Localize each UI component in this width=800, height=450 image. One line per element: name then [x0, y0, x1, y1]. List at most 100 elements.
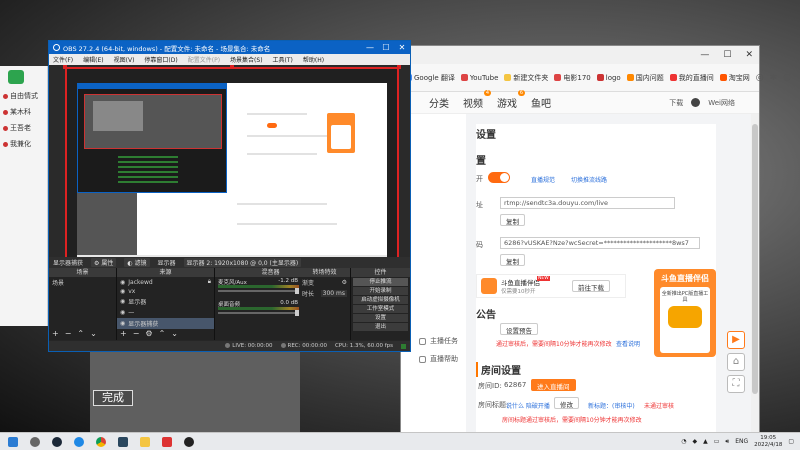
network-icon[interactable]: ▭: [714, 438, 720, 445]
volume-icon[interactable]: 🔊︎: [725, 438, 729, 446]
gear-icon[interactable]: ⚙: [342, 279, 347, 286]
promo-banner[interactable]: 斗鱼直播伴侣 全新推出PC版直播工具: [654, 269, 716, 357]
move-down-icon[interactable]: ⌄: [171, 329, 178, 338]
stream-key-field[interactable]: 6286?vUSKAE?Nze?wcSecret=***************…: [500, 237, 700, 249]
download-link[interactable]: 下载: [669, 98, 683, 108]
display-select[interactable]: 显示器 2: 1920x1080 @ 0,0 (主显示器): [183, 258, 302, 267]
volume-slider[interactable]: [218, 312, 306, 314]
menu-scene-collection[interactable]: 场景集合(S): [230, 55, 263, 64]
download-tool-button[interactable]: 前往下载: [572, 280, 610, 292]
avatar[interactable]: [691, 98, 701, 107]
close-button[interactable]: ✕: [394, 43, 410, 52]
edit-title-button[interactable]: 修改: [554, 397, 579, 409]
left-app-item[interactable]: 某木科: [0, 104, 47, 120]
sidebar-item-help[interactable]: 直播帮助: [419, 354, 458, 364]
maximize-button[interactable]: ☐: [378, 43, 394, 52]
nav-item[interactable]: 分类: [429, 95, 449, 110]
remove-icon[interactable]: −: [65, 329, 72, 338]
gear-icon[interactable]: ⚙: [145, 329, 152, 338]
add-icon[interactable]: +: [52, 329, 59, 338]
source-item[interactable]: ◉ 一: [117, 307, 214, 318]
notification-icon[interactable]: ▢: [788, 438, 794, 445]
steam-icon[interactable]: [48, 435, 66, 449]
username[interactable]: Wei网络: [708, 98, 735, 108]
menu-view[interactable]: 视图(V): [114, 55, 135, 64]
scene-item[interactable]: 场景: [49, 277, 116, 288]
preview-canvas[interactable]: [65, 67, 399, 277]
eye-icon[interactable]: ◉: [120, 309, 125, 316]
resize-handle[interactable]: [230, 65, 234, 69]
clock[interactable]: 19:05 2022/4/18: [754, 435, 782, 449]
search-icon[interactable]: [26, 435, 44, 449]
source-item[interactable]: ◉ 显示器捕获: [117, 318, 214, 329]
move-up-icon[interactable]: ⌃: [159, 329, 166, 338]
left-app-item[interactable]: 自由情式: [0, 88, 47, 104]
switch-line-link[interactable]: 切换推流线路: [571, 175, 607, 184]
minimize-button[interactable]: —: [362, 43, 378, 52]
bookmark[interactable]: 新建文件夹: [504, 73, 548, 83]
set-announcement-button[interactable]: 设置预告: [500, 323, 538, 335]
bookmark[interactable]: logo: [596, 74, 621, 82]
edge-icon[interactable]: [70, 435, 88, 449]
volume-slider[interactable]: [218, 290, 306, 292]
profile-icon[interactable]: ●: [783, 73, 791, 83]
close-button[interactable]: ✕: [745, 50, 753, 60]
extension-icon[interactable]: ◎: [756, 73, 764, 83]
properties-button[interactable]: ⚙ 属性: [91, 258, 117, 267]
exit-button[interactable]: 退出: [353, 323, 408, 331]
start-icon[interactable]: [4, 435, 22, 449]
tray-app-icon[interactable]: ▲: [703, 438, 708, 445]
home-icon[interactable]: ⌂: [727, 353, 745, 371]
resize-handle[interactable]: [63, 65, 67, 69]
bookmark[interactable]: 我的直播间: [669, 73, 714, 83]
menu-tools[interactable]: 工具(T): [273, 55, 293, 64]
rtmp-address-field[interactable]: rtmp://sendtc3a.douyu.com/live: [500, 197, 675, 209]
studio-mode-button[interactable]: 工作室模式: [353, 305, 408, 313]
duration-field[interactable]: 300 ms: [320, 290, 347, 297]
bookmark[interactable]: 电影170: [554, 73, 591, 83]
menu-edit[interactable]: 编辑(E): [83, 55, 103, 64]
bookmark[interactable]: 国内问题: [626, 73, 664, 83]
view-instructions-link[interactable]: 查看说明: [616, 339, 640, 348]
menu-help[interactable]: 帮助(H): [303, 55, 324, 64]
remove-icon[interactable]: −: [133, 329, 140, 338]
bookmark[interactable]: YouTube: [460, 74, 498, 82]
source-item[interactable]: ◉ Jackewd 🔒︎: [117, 277, 214, 287]
chrome-icon[interactable]: [92, 435, 110, 449]
obs-icon[interactable]: [180, 435, 198, 449]
add-icon[interactable]: +: [120, 329, 127, 338]
browser-scrollbar[interactable]: [751, 114, 759, 432]
move-down-icon[interactable]: ⌄: [90, 329, 97, 338]
input-language[interactable]: ENG: [735, 438, 748, 445]
lock-icon[interactable]: 🔒︎: [208, 278, 211, 286]
live-toggle[interactable]: [488, 172, 510, 183]
extensions-puzzle-icon[interactable]: ✱: [770, 73, 778, 83]
copy-rtmp-button[interactable]: 复制: [500, 214, 525, 226]
files-icon[interactable]: [136, 435, 154, 449]
sidebar-item-task[interactable]: 主播任务: [419, 336, 458, 346]
tray-app-icon[interactable]: ◔: [681, 438, 686, 445]
source-item[interactable]: ◉ vx: [117, 287, 214, 296]
expand-icon[interactable]: ⛶: [727, 375, 745, 393]
rules-link[interactable]: 直播规范: [531, 175, 555, 184]
minimize-button[interactable]: —: [700, 50, 709, 60]
source-item[interactable]: ◉ 显示器: [117, 296, 214, 307]
copy-key-button[interactable]: 复制: [500, 254, 525, 266]
nav-item[interactable]: 鱼吧: [531, 95, 551, 110]
resize-handle[interactable]: [397, 65, 401, 69]
bookmark[interactable]: 淘宝网: [719, 73, 750, 83]
nav-item[interactable]: 游戏 6: [497, 90, 525, 110]
virtual-camera-button[interactable]: 启动虚拟摄像机: [353, 296, 408, 304]
eye-icon[interactable]: ◉: [120, 320, 125, 327]
menu-profile[interactable]: 配置文件(P): [188, 55, 220, 64]
maximize-button[interactable]: ☐: [723, 50, 731, 60]
scrollbar-thumb[interactable]: [752, 124, 758, 394]
play-icon[interactable]: ▶: [727, 331, 745, 349]
transition-type[interactable]: 渐变 ⚙: [299, 277, 350, 288]
menu-docks[interactable]: 停靠窗口(D): [144, 55, 177, 64]
tray-app-icon[interactable]: ◆: [692, 438, 697, 445]
start-recording-button[interactable]: 开始录制: [353, 287, 408, 295]
nav-item[interactable]: 视频 4: [463, 90, 491, 110]
eye-icon[interactable]: ◉: [120, 288, 125, 295]
filters-button[interactable]: ◐ 滤镜: [124, 258, 150, 267]
